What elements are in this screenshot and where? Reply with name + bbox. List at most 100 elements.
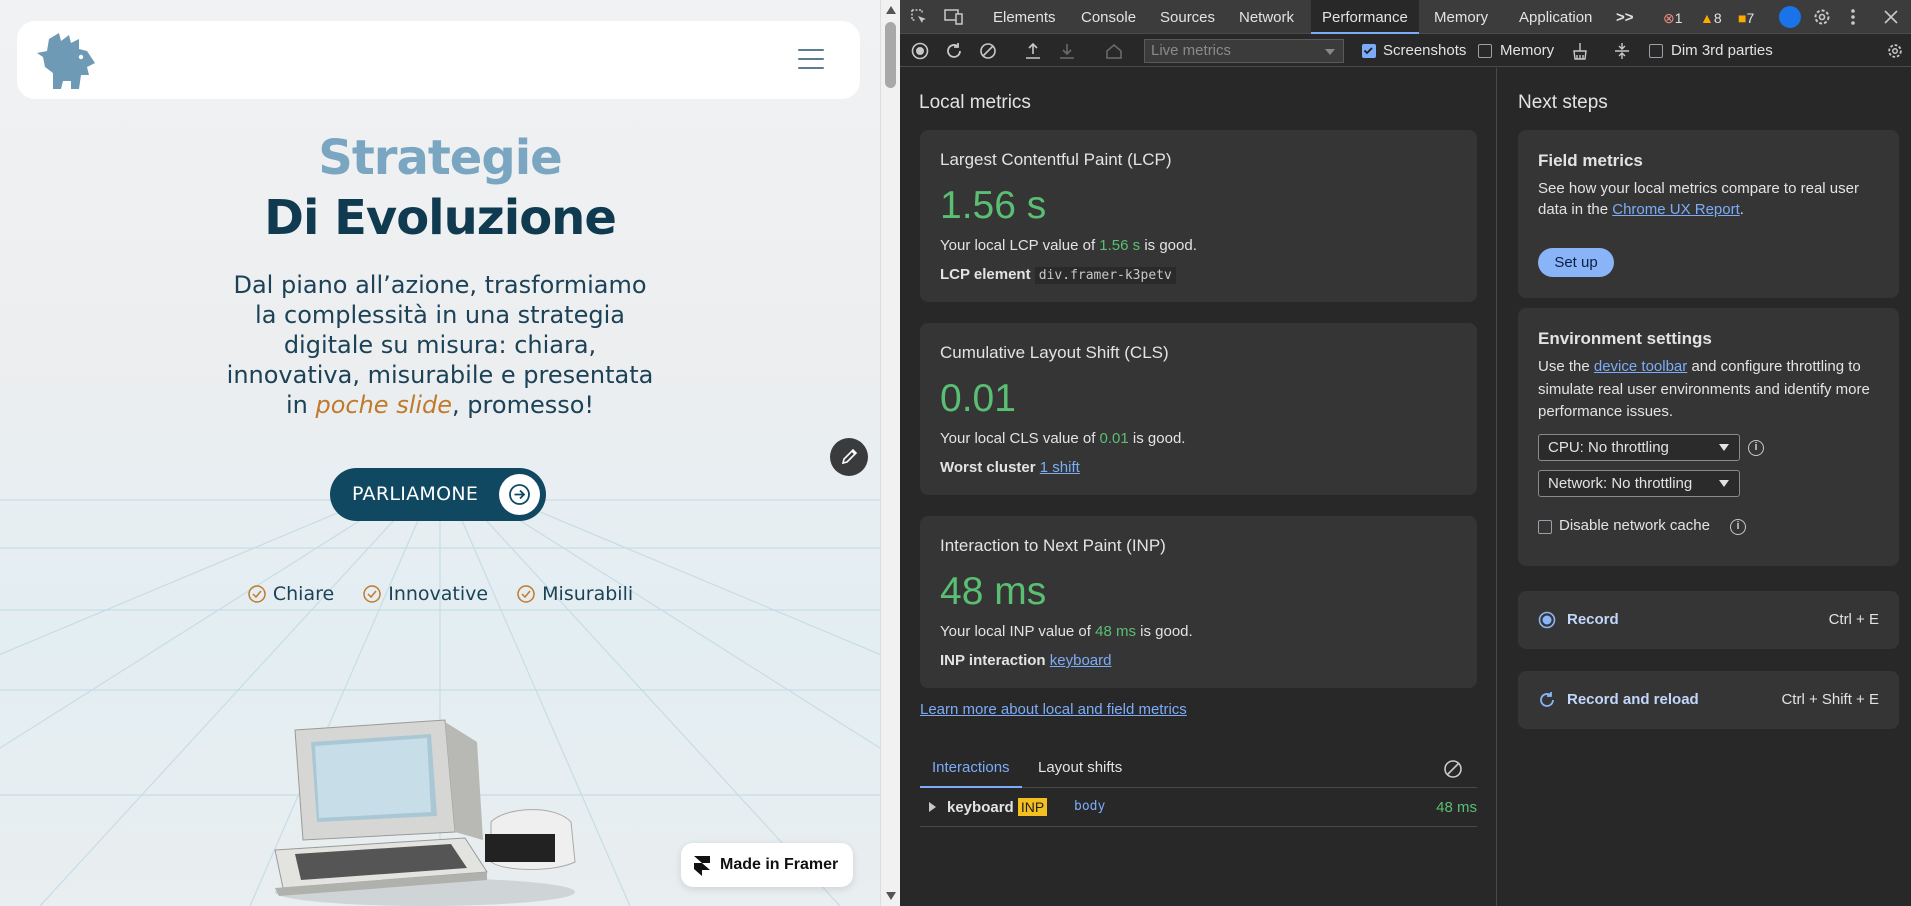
memory-checkbox[interactable] [1478, 44, 1492, 58]
record-icon [1538, 611, 1556, 629]
cls-title: Cumulative Layout Shift (CLS) [940, 343, 1169, 362]
inp-card: Interaction to Next Paint (INP) 48 ms Yo… [920, 516, 1477, 688]
triceratops-logo[interactable] [35, 29, 101, 91]
tab-console[interactable]: Console [1081, 0, 1136, 34]
device-toolbar-link[interactable]: device toolbar [1594, 358, 1687, 375]
environment-settings-card: Environment settings Use the device tool… [1518, 308, 1899, 566]
framer-logo-icon [694, 856, 710, 876]
interaction-target[interactable]: body [1074, 799, 1105, 814]
cls-card: Cumulative Layout Shift (CLS) 0.01 Your … [920, 323, 1477, 495]
cpu-info-icon[interactable]: i [1748, 440, 1764, 456]
environment-settings-title: Environment settings [1538, 329, 1712, 348]
tab-performance[interactable]: Performance [1311, 0, 1419, 34]
tab-elements[interactable]: Elements [993, 0, 1056, 34]
hamburger-menu-icon[interactable] [798, 49, 824, 69]
lcp-title: Largest Contentful Paint (LCP) [940, 150, 1172, 169]
check-item: Misurabili [516, 583, 633, 605]
hero-heading-line2: Di Evoluzione [264, 190, 617, 246]
local-metrics-title: Local metrics [919, 92, 1031, 113]
lcp-description: Your local LCP value of 1.56 s is good. [940, 237, 1197, 254]
live-metrics-select[interactable]: Live metrics [1144, 39, 1344, 63]
record-reload-shortcut: Ctrl + Shift + E [1781, 691, 1879, 708]
device-toolbar-icon[interactable] [944, 8, 964, 26]
gear-icon[interactable] [1812, 7, 1832, 27]
warnings-counter[interactable]: ▲8 [1700, 0, 1722, 34]
check-circle-icon [248, 585, 266, 603]
parliamone-button[interactable]: PARLIAMONE [330, 468, 546, 521]
record-and-reload-button[interactable]: Record and reload Ctrl + Shift + E [1518, 671, 1899, 729]
chrome-ux-report-link[interactable]: Chrome UX Report [1612, 201, 1740, 218]
dim-third-parties-checkbox[interactable] [1649, 44, 1663, 58]
tab-application[interactable]: Application [1519, 0, 1592, 34]
interactions-subtabs: Interactions Layout shifts [920, 752, 1477, 788]
reload-icon[interactable] [945, 42, 963, 60]
kebab-menu-icon[interactable] [1850, 8, 1856, 26]
scrollbar-thumb[interactable] [885, 22, 896, 88]
record-button[interactable]: Record Ctrl + E [1518, 591, 1899, 649]
tab-memory[interactable]: Memory [1434, 0, 1488, 34]
interaction-row[interactable]: keyboard INP body 48 ms [920, 789, 1477, 827]
warning-icon: ▲ [1700, 10, 1714, 26]
clear-icon[interactable] [979, 42, 997, 60]
subtab-layout-shifts[interactable]: Layout shifts [1038, 752, 1122, 784]
cpu-throttling-select[interactable]: CPU: No throttling [1538, 434, 1740, 461]
lcp-element-node[interactable]: div.framer-k3petv [1034, 267, 1176, 284]
network-throttling-select[interactable]: Network: No throttling [1538, 470, 1740, 497]
check-item: Chiare [247, 583, 334, 605]
check-circle-icon [363, 585, 381, 603]
inp-description: Your local INP value of 48 ms is good. [940, 623, 1193, 640]
check-item: Innovative [362, 583, 488, 605]
memory-label[interactable]: Memory [1500, 35, 1554, 67]
collapse-tracks-icon[interactable] [1614, 42, 1630, 60]
environment-settings-text: Use the device toolbar and configure thr… [1538, 358, 1870, 420]
record-shortcut: Ctrl + E [1828, 611, 1879, 628]
download-icon [1060, 44, 1074, 59]
made-in-framer-badge[interactable]: Made in Framer [681, 843, 853, 887]
screenshots-checkbox[interactable] [1362, 44, 1376, 58]
close-icon[interactable] [1884, 10, 1898, 24]
interaction-time: 48 ms [1436, 799, 1477, 816]
record-icon[interactable] [911, 42, 929, 60]
cls-cluster-row: Worst cluster 1 shift [940, 459, 1080, 476]
errors-counter[interactable]: ⊗1 [1663, 0, 1683, 34]
ai-assistance-icon[interactable] [1779, 6, 1801, 28]
capture-settings-gear-icon[interactable] [1886, 42, 1904, 60]
disable-cache-label[interactable]: Disable network cache [1559, 517, 1710, 534]
record-label: Record [1567, 611, 1619, 628]
inp-interaction-row: INP interaction keyboard [940, 652, 1112, 669]
hero-heading-line1: Strategie [318, 130, 562, 186]
more-tabs-chevron-icon[interactable]: >> [1616, 0, 1634, 34]
devtools-tabbar: Elements Console Sources Network Perform… [900, 0, 1911, 34]
issues-counter[interactable]: ■7 [1738, 0, 1754, 34]
broom-gc-icon[interactable] [1571, 42, 1589, 60]
inp-interaction-link[interactable]: keyboard [1050, 652, 1112, 669]
cls-value: 0.01 [940, 377, 1016, 420]
arrow-right-icon [499, 474, 540, 515]
screenshots-label[interactable]: Screenshots [1383, 35, 1466, 67]
worst-cluster-link[interactable]: 1 shift [1040, 459, 1080, 476]
site-header [17, 21, 860, 99]
disable-cache-checkbox[interactable] [1538, 520, 1552, 534]
devtools-panel: Elements Console Sources Network Perform… [900, 0, 1911, 906]
setup-button[interactable]: Set up [1538, 248, 1614, 277]
cache-info-icon[interactable]: i [1730, 519, 1746, 535]
lcp-value: 1.56 s [940, 184, 1047, 227]
next-steps-pane: Next steps Field metrics See how your lo… [1498, 68, 1911, 906]
dim-third-parties-label[interactable]: Dim 3rd parties [1671, 35, 1773, 67]
subtab-interactions[interactable]: Interactions [920, 752, 1022, 788]
interaction-name: keyboard [947, 799, 1014, 816]
inp-value: 48 ms [940, 570, 1047, 613]
tab-network[interactable]: Network [1239, 0, 1294, 34]
next-steps-title: Next steps [1518, 92, 1608, 113]
learn-more-link[interactable]: Learn more about local and field metrics [920, 701, 1187, 718]
upload-icon[interactable] [1025, 42, 1041, 60]
clear-interactions-icon[interactable] [1443, 759, 1463, 779]
error-icon: ⊗ [1663, 10, 1675, 26]
tab-sources[interactable]: Sources [1160, 0, 1215, 34]
page-scrollbar[interactable] [880, 0, 900, 906]
expand-triangle-icon[interactable] [929, 802, 937, 812]
chevron-down-icon [1719, 444, 1729, 451]
inspect-element-icon[interactable] [910, 8, 928, 26]
edit-pencil-icon[interactable] [830, 438, 868, 476]
field-metrics-title: Field metrics [1538, 151, 1643, 170]
